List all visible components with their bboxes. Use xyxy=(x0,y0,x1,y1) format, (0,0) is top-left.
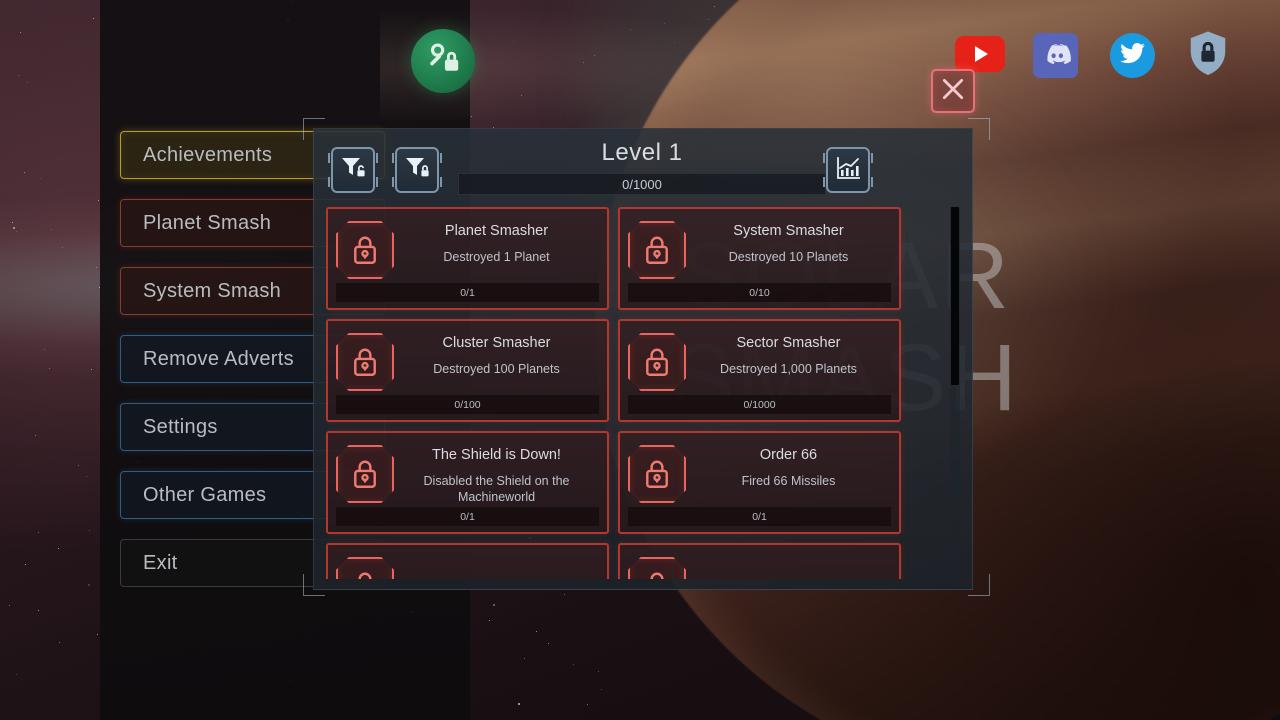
achievement-progress-text: 0/10 xyxy=(749,286,770,299)
achievement-text: Planet Smasher Destroyed 1 Planet xyxy=(394,217,599,265)
achievement-progress-bar: 0/1 xyxy=(628,507,891,526)
achievements-dialog: Level 1 0/1000 Planet Smasher Destroyed 1… xyxy=(313,128,973,590)
lock-icon xyxy=(628,445,686,503)
achievement-description: Destroyed 100 Planets xyxy=(433,362,560,376)
youtube-button[interactable] xyxy=(955,36,1005,72)
achievement-description: Destroyed 10 Planets xyxy=(728,250,849,264)
achievement-title: Planet Smasher xyxy=(444,223,549,239)
achievement-text: Sector Smasher Destroyed 1,000 Planets xyxy=(686,329,891,377)
achievement-card[interactable]: Order 66 Fired 66 Missiles 0/1 xyxy=(618,431,901,534)
key-lock-icon xyxy=(424,40,462,82)
close-icon xyxy=(940,76,966,106)
achievement-progress-text: 0/1000 xyxy=(743,398,776,411)
achievement-title: Cluster Smasher xyxy=(442,335,551,351)
achievements-scrollbar[interactable] xyxy=(950,207,960,579)
twitter-button[interactable] xyxy=(1110,33,1155,78)
chart-bar-icon xyxy=(834,154,862,186)
achievement-title: Order 66 xyxy=(759,447,818,463)
stats-button[interactable] xyxy=(823,147,873,193)
achievement-description: Destroyed 1,000 Planets xyxy=(720,362,857,376)
lock-icon xyxy=(336,333,394,391)
shield-lock-icon xyxy=(1186,29,1230,82)
level-title: Level 1 xyxy=(601,139,683,166)
achievement-card[interactable] xyxy=(326,543,609,579)
achievement-progress-text: 0/1 xyxy=(752,510,767,523)
sidebar-item-label: System Smash xyxy=(143,279,282,302)
level-progress-text: 0/1000 xyxy=(622,176,662,192)
achievement-title: Sector Smasher xyxy=(736,335,841,351)
sidebar-item-label: Settings xyxy=(143,415,218,438)
lock-icon xyxy=(628,333,686,391)
achievement-card[interactable]: System Smasher Destroyed 10 Planets 0/10 xyxy=(618,207,901,310)
achievement-description: Destroyed 1 Planet xyxy=(443,250,550,264)
level-progress-bar: 0/1000 xyxy=(458,173,826,195)
filter-unlocked-icon xyxy=(339,154,367,186)
achievement-progress-bar: 0/10 xyxy=(628,283,891,302)
achievement-progress-bar: 0/100 xyxy=(336,395,599,414)
achievement-description: Disabled the Shield on the Machineworld xyxy=(423,474,570,504)
lock-icon xyxy=(628,221,686,279)
close-button[interactable] xyxy=(931,69,975,113)
achievement-progress-text: 0/1 xyxy=(460,510,475,523)
sidebar-item-label: Exit xyxy=(143,551,178,574)
discord-icon xyxy=(1041,39,1071,73)
filter-locked-icon xyxy=(403,154,431,186)
lock-icon xyxy=(336,557,394,579)
achievement-text xyxy=(394,553,599,567)
sidebar-item-label: Other Games xyxy=(143,483,267,506)
achievement-card[interactable]: Planet Smasher Destroyed 1 Planet 0/1 xyxy=(326,207,609,310)
twitter-icon xyxy=(1119,40,1146,71)
filter-locked-button[interactable] xyxy=(392,147,442,193)
privacy-button[interactable] xyxy=(1186,31,1230,80)
achievement-text: The Shield is Down! Disabled the Shield o… xyxy=(394,441,599,505)
achievement-text: System Smasher Destroyed 10 Planets xyxy=(686,217,891,265)
dialog-header: Level 1 0/1000 xyxy=(314,129,972,205)
discord-button[interactable] xyxy=(1033,33,1078,78)
achievement-text xyxy=(686,553,891,567)
achievement-progress-text: 0/1 xyxy=(460,286,475,299)
achievement-title: System Smasher xyxy=(733,223,844,239)
achievement-title: The Shield is Down! xyxy=(432,447,561,463)
lock-icon xyxy=(628,557,686,579)
achievement-card[interactable] xyxy=(618,543,901,579)
sidebar-item-label: Planet Smash xyxy=(143,211,272,234)
youtube-icon xyxy=(975,46,988,62)
filter-unlocked-button[interactable] xyxy=(328,147,378,193)
achievement-card[interactable]: Sector Smasher Destroyed 1,000 Planets 0/1… xyxy=(618,319,901,422)
achievement-progress-bar: 0/1 xyxy=(336,507,599,526)
achievement-description: Fired 66 Missiles xyxy=(741,474,836,488)
achievement-card[interactable]: The Shield is Down! Disabled the Shield o… xyxy=(326,431,609,534)
sidebar-item-label: Remove Adverts xyxy=(143,347,294,370)
scrollbar-thumb[interactable] xyxy=(951,207,959,385)
lock-icon xyxy=(336,445,394,503)
achievement-text: Cluster Smasher Destroyed 100 Planets xyxy=(394,329,599,377)
key-lock-badge[interactable] xyxy=(411,29,475,93)
sidebar-item-label: Achievements xyxy=(143,143,273,166)
achievement-card[interactable]: Cluster Smasher Destroyed 100 Planets 0/10… xyxy=(326,319,609,422)
achievements-list[interactable]: Planet Smasher Destroyed 1 Planet 0/1 Syste… xyxy=(326,207,962,579)
achievement-progress-text: 0/100 xyxy=(454,398,481,411)
achievement-progress-bar: 0/1000 xyxy=(628,395,891,414)
lock-icon xyxy=(336,221,394,279)
achievement-progress-bar: 0/1 xyxy=(336,283,599,302)
achievement-text: Order 66 Fired 66 Missiles xyxy=(686,441,891,489)
level-progress-section: Level 1 0/1000 xyxy=(458,139,826,195)
